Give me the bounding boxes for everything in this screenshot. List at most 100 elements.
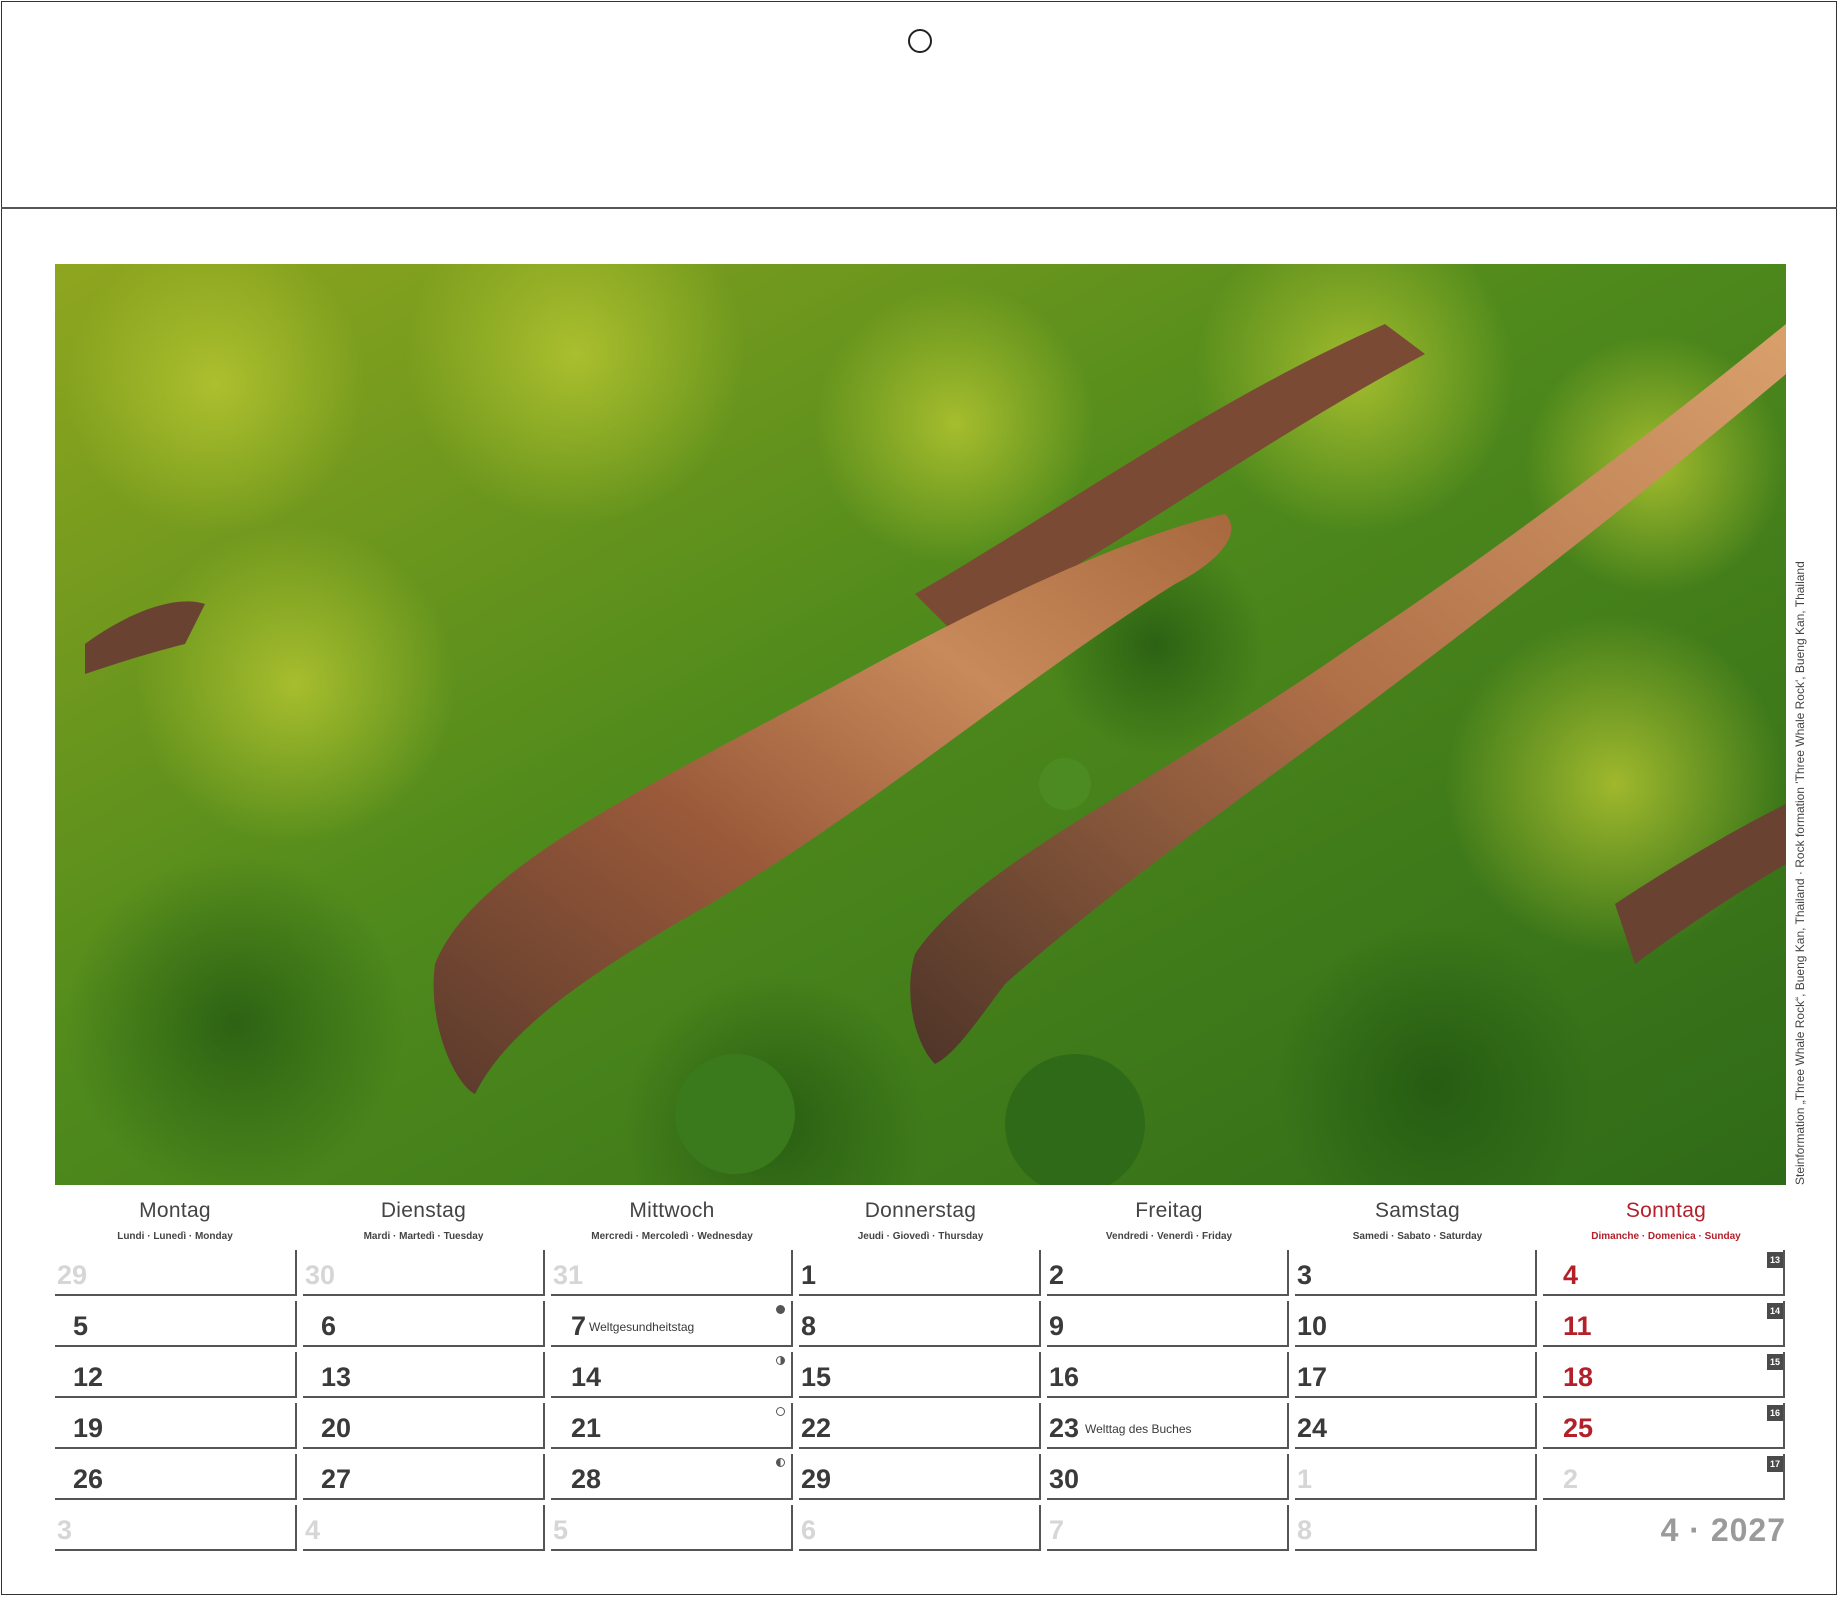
day-cell: 24 [1295,1403,1537,1449]
day-cell: 10 [1295,1301,1537,1347]
weekday-name: Dienstag [380,1199,467,1222]
day-number: 2 [1049,1260,1065,1290]
weekday-wednesday: Mittwoch Mercredi · Mercoledì · Wednesda… [552,1198,792,1246]
day-cell: 30 [1047,1454,1289,1500]
day-cell: 22 [799,1403,1041,1449]
day-note: Weltgesundheitstag [589,1320,695,1334]
moon-phase-last-icon [776,1458,785,1467]
day-number: 17 [1297,1362,1328,1392]
day-number: 11 [1563,1311,1592,1341]
day-number: 12 [73,1362,104,1392]
day-cell: 6 [303,1301,545,1347]
day-number: 20 [321,1413,352,1443]
day-cell: 20 [303,1403,545,1449]
day-note: Welttag des Buches [1085,1422,1192,1436]
day-number: 30 [1049,1464,1080,1494]
week-number-badge: 15 [1767,1354,1783,1370]
day-cell: 1 [1295,1454,1537,1500]
day-number: 18 [1563,1362,1594,1392]
weekday-name: Freitag [1135,1199,1203,1222]
day-cell: 15 [799,1352,1041,1398]
day-number: 8 [1297,1515,1313,1545]
day-number: 29 [801,1464,832,1494]
day-cell: 2 17 [1543,1454,1785,1500]
day-number: 25 [1563,1413,1594,1443]
weekday-translations: Mercredi · Mercoledì · Wednesday [591,1231,753,1242]
day-cell: 27 [303,1454,545,1500]
weekday-translations: Lundi · Lunedì · Monday [117,1231,233,1242]
day-cell: 18 15 [1543,1352,1785,1398]
day-number: 4 [1563,1260,1579,1290]
day-number: 29 [57,1260,88,1290]
header-strip [1,1,1837,209]
week-number-badge: 13 [1767,1252,1783,1268]
weekday-monday: Montag Lundi · Lunedì · Monday [55,1198,295,1246]
moon-phase-full-icon [776,1407,785,1416]
landscape-photo [55,264,1786,1185]
weekday-friday: Freitag Vendredi · Venerdì · Friday [1049,1198,1289,1246]
day-number: 26 [73,1464,104,1494]
day-number: 16 [1049,1362,1080,1392]
day-number: 15 [801,1362,832,1392]
week-number-badge: 14 [1767,1303,1783,1319]
day-cell: 26 [55,1454,297,1500]
day-number: 23 [1049,1413,1080,1443]
day-number: 7 [1049,1515,1065,1545]
day-cell: 30 [303,1250,545,1296]
day-cell: 9 [1047,1301,1289,1347]
day-cell: 2 [1047,1250,1289,1296]
week-number-badge: 17 [1767,1456,1783,1472]
weekday-translations: Samedi · Sabato · Saturday [1352,1231,1483,1242]
weekday-name: Samstag [1375,1199,1460,1222]
day-number: 31 [553,1260,584,1290]
weekday-translations: Mardi · Martedì · Tuesday [363,1231,484,1242]
week-number-badge: 16 [1767,1405,1783,1421]
weekday-sunday: Sonntag Dimanche · Domenica · Sunday [1546,1198,1786,1246]
day-number: 1 [1297,1464,1313,1494]
weekday-name: Montag [139,1199,211,1222]
weekday-saturday: Samstag Samedi · Sabato · Saturday [1298,1198,1538,1246]
day-cell: 3 [55,1505,297,1551]
day-cell: 16 [1047,1352,1289,1398]
weekday-tuesday: Dienstag Mardi · Martedì · Tuesday [304,1198,544,1246]
day-number: 8 [801,1311,817,1341]
day-number: 7 [571,1311,587,1341]
day-cell: 13 [303,1352,545,1398]
day-cell: 25 16 [1543,1403,1785,1449]
day-number: 28 [571,1464,602,1494]
day-number: 9 [1049,1311,1065,1341]
day-number: 21 [571,1413,602,1443]
day-cell: 29 [799,1454,1041,1500]
day-number: 5 [553,1515,569,1545]
day-cell: 4 13 [1543,1250,1785,1296]
day-cell: 5 [55,1301,297,1347]
day-cell: 23 Welttag des Buches [1047,1403,1289,1449]
day-number: 4 [305,1515,321,1545]
day-number: 6 [321,1311,337,1341]
day-number: 27 [321,1464,352,1494]
day-cell: 28 [551,1454,793,1500]
day-number: 3 [1297,1260,1313,1290]
weekday-name: Donnerstag [864,1199,977,1222]
day-number: 13 [321,1362,352,1392]
day-number: 24 [1297,1413,1328,1443]
weekday-name: Mittwoch [629,1199,715,1222]
day-cell: 19 [55,1403,297,1449]
day-cell: 4 [303,1505,545,1551]
day-cell: 7 Weltgesundheitstag [551,1301,793,1347]
weekday-name: Sonntag [1625,1199,1707,1222]
moon-phase-first-icon [776,1356,785,1365]
day-cell: 14 [551,1352,793,1398]
day-number: 30 [305,1260,336,1290]
day-number: 3 [57,1515,73,1545]
day-number: 22 [801,1413,832,1443]
day-cell: 21 [551,1403,793,1449]
day-cell: 8 [799,1301,1041,1347]
moon-phase-new-icon [776,1305,785,1314]
day-cell: 12 [55,1352,297,1398]
weekday-header: Montag Lundi · Lunedì · Monday Dienstag … [55,1198,1786,1246]
day-cell: 29 [55,1250,297,1296]
day-cell: 5 [551,1505,793,1551]
day-cell: 11 14 [1543,1301,1785,1347]
weekday-thursday: Donnerstag Jeudi · Giovedì · Thursday [801,1198,1041,1246]
